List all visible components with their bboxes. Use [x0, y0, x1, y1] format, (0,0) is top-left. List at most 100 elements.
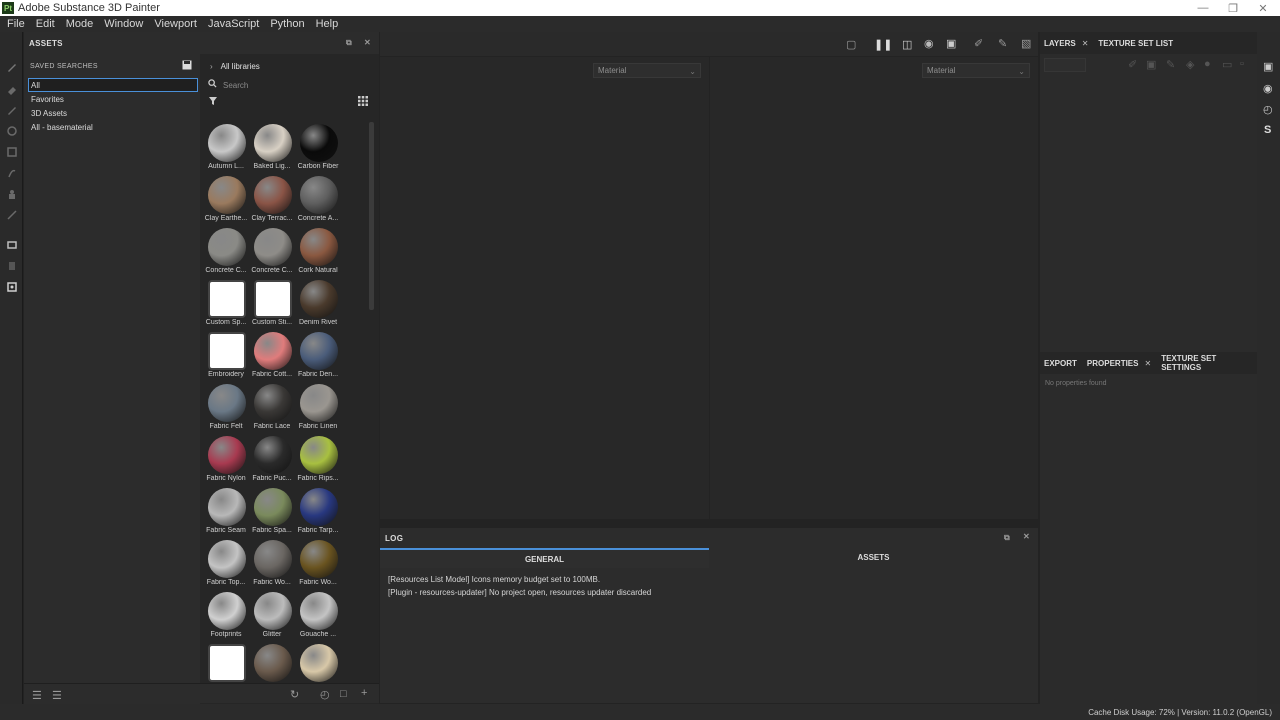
search-input[interactable]: Search: [200, 78, 379, 92]
material-select-2d[interactable]: Material ⌄: [922, 63, 1030, 78]
camera-icon[interactable]: ▣: [946, 37, 956, 50]
pencil-icon[interactable]: ✎: [998, 37, 1007, 50]
detail-view-icon[interactable]: ☰: [52, 689, 62, 702]
saved-item-all-basematerial[interactable]: All - basematerial: [24, 120, 200, 134]
asset-tile[interactable]: Baked Lig...: [250, 122, 294, 174]
asset-tile[interactable]: Embroidery: [204, 330, 248, 382]
float-panel-icon[interactable]: ⧉: [346, 38, 352, 48]
add-icon[interactable]: +: [361, 687, 367, 699]
delete-layer-icon[interactable]: ▫: [1240, 58, 1244, 70]
asset-tile[interactable]: Concrete C...: [204, 226, 248, 278]
close-panel-icon[interactable]: ✕: [364, 38, 371, 48]
saved-item-favorites[interactable]: Favorites: [24, 92, 200, 106]
asset-tile[interactable]: Denim Rivet: [296, 278, 340, 330]
asset-tile[interactable]: Custom Sp...: [204, 278, 248, 330]
environment-settings-icon[interactable]: ◉: [1263, 82, 1273, 95]
eraser-icon[interactable]: [5, 82, 18, 95]
environment-icon[interactable]: ◉: [924, 37, 934, 50]
asset-tile[interactable]: Footprints: [204, 590, 248, 642]
asset-scrollbar[interactable]: [369, 122, 374, 310]
asset-tile[interactable]: Fabric Linen: [296, 382, 340, 434]
polygon-fill-icon[interactable]: [5, 145, 18, 158]
add-mask-icon[interactable]: ▣: [1146, 58, 1156, 71]
menu-python[interactable]: Python: [269, 18, 310, 30]
folder-icon[interactable]: □: [340, 688, 347, 700]
history-icon[interactable]: ◴: [1263, 103, 1273, 116]
paint-brush-icon[interactable]: [5, 60, 18, 73]
asset-tile[interactable]: Custom Sti...: [250, 278, 294, 330]
menu-mode[interactable]: Mode: [65, 18, 100, 30]
asset-tile[interactable]: Fabric Rips...: [296, 434, 340, 486]
tab-assets[interactable]: ASSETS: [709, 548, 1038, 568]
substance-icon[interactable]: S: [1264, 124, 1271, 136]
list-view-icon[interactable]: ☰: [32, 689, 42, 702]
asset-tile[interactable]: Fabric Top...: [204, 538, 248, 590]
pause-icon[interactable]: ❚❚: [874, 38, 892, 51]
add-folder-icon[interactable]: ▭: [1222, 58, 1232, 71]
asset-tile[interactable]: Clay Earthe...: [204, 174, 248, 226]
clone-icon[interactable]: [5, 187, 18, 200]
brush-settings-icon[interactable]: ✐: [974, 37, 983, 50]
geometry-fill-icon[interactable]: [5, 124, 18, 137]
add-paint-layer-icon[interactable]: ✎: [1166, 58, 1175, 71]
tab-layers[interactable]: LAYERS ✕: [1044, 39, 1088, 48]
add-effect-icon[interactable]: ✐: [1128, 58, 1137, 71]
projection-icon[interactable]: [5, 103, 18, 116]
picker-icon[interactable]: [5, 208, 18, 221]
viewer-settings-icon[interactable]: ▣: [1263, 60, 1273, 73]
camera-off-icon[interactable]: ▢: [846, 38, 856, 51]
saved-item-3d-assets[interactable]: 3D Assets: [24, 106, 200, 120]
asset-tile[interactable]: Concrete A...: [296, 174, 340, 226]
viewport-2d[interactable]: Material ⌄: [710, 57, 1038, 519]
tab-texture-set-settings[interactable]: TEXTURE SET SETTINGS: [1161, 354, 1247, 372]
tab-export[interactable]: EXPORT: [1044, 359, 1077, 368]
saved-item-all[interactable]: All: [28, 78, 198, 92]
asset-tile[interactable]: Glitter: [250, 590, 294, 642]
asset-tile[interactable]: Fabric Den...: [296, 330, 340, 382]
save-search-icon[interactable]: [182, 60, 192, 72]
asset-tile[interactable]: Fabric Puc...: [250, 434, 294, 486]
add-smart-material-icon[interactable]: ●: [1204, 58, 1211, 70]
smudge-icon[interactable]: [5, 166, 18, 179]
asset-tile[interactable]: Fabric Wo...: [250, 538, 294, 590]
screenshot-icon[interactable]: ▧: [1021, 37, 1031, 50]
asset-tile[interactable]: Carbon Fiber: [296, 122, 340, 174]
add-fill-layer-icon[interactable]: ◈: [1186, 58, 1194, 71]
asset-tile[interactable]: Fabric Tarp...: [296, 486, 340, 538]
close-panel-icon[interactable]: ✕: [1023, 532, 1030, 541]
close-icon[interactable]: ✕: [1144, 359, 1151, 368]
bake-icon[interactable]: [5, 238, 18, 251]
tab-texture-set-list[interactable]: TEXTURE SET LIST: [1098, 39, 1173, 48]
menu-viewport[interactable]: Viewport: [153, 18, 203, 30]
layer-blend-select[interactable]: [1044, 58, 1086, 72]
close-icon[interactable]: ✕: [1246, 0, 1280, 16]
asset-tile[interactable]: Gouache ...: [296, 590, 340, 642]
asset-tile[interactable]: Fabric Nylon: [204, 434, 248, 486]
menu-edit[interactable]: Edit: [35, 18, 61, 30]
filter-icon[interactable]: [208, 96, 218, 109]
asset-tile[interactable]: Fabric Spa...: [250, 486, 294, 538]
menu-javascript[interactable]: JavaScript: [207, 18, 265, 30]
refresh-icon[interactable]: ↻: [290, 688, 299, 701]
history-icon[interactable]: ◴: [320, 688, 330, 701]
asset-tile[interactable]: Autumn L...: [204, 122, 248, 174]
split-view-icon[interactable]: ◫: [902, 38, 912, 51]
menu-help[interactable]: Help: [315, 18, 345, 30]
display-settings-icon[interactable]: [5, 259, 18, 272]
viewport-3d[interactable]: Material ⌄: [380, 57, 709, 519]
menu-file[interactable]: File: [6, 18, 31, 30]
asset-tile[interactable]: Clay Terrac...: [250, 174, 294, 226]
asset-tile[interactable]: Fabric Felt: [204, 382, 248, 434]
asset-tile[interactable]: Fabric Cott...: [250, 330, 294, 382]
restore-icon[interactable]: ❐: [1216, 0, 1250, 16]
grid-view-icon[interactable]: [358, 96, 368, 109]
tab-properties[interactable]: PROPERTIES ✕: [1087, 359, 1151, 368]
float-panel-icon[interactable]: ⧉: [1004, 533, 1010, 543]
menu-window[interactable]: Window: [103, 18, 149, 30]
minimize-icon[interactable]: —: [1186, 0, 1220, 16]
material-select-3d[interactable]: Material ⌄: [593, 63, 701, 78]
libraries-breadcrumb[interactable]: › All libraries: [200, 54, 379, 78]
tab-general[interactable]: GENERAL: [380, 548, 709, 568]
asset-tile[interactable]: Fabric Wo...: [296, 538, 340, 590]
assets-dock-icon[interactable]: [5, 280, 18, 293]
